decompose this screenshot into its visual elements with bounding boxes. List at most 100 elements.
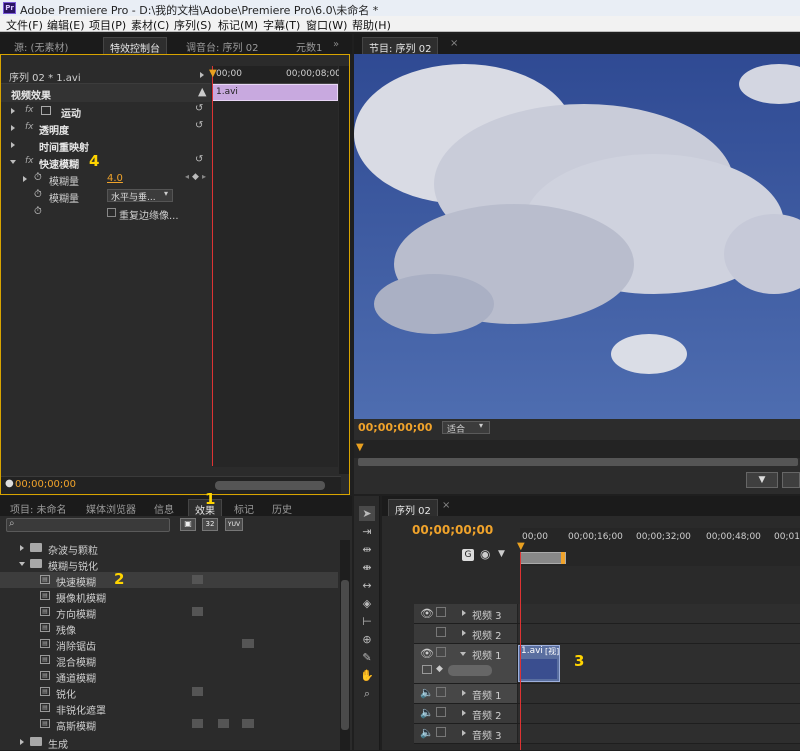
playhead-marker-icon[interactable]: ▼ [209, 68, 217, 79]
stopwatch-icon[interactable]: ⏱ [34, 172, 42, 183]
video-clip[interactable]: 1.avi [视] [518, 645, 560, 682]
marker-icon[interactable]: ◉ [480, 547, 490, 561]
fx-badge-icon[interactable]: fx [25, 105, 34, 115]
keyframe-add-icon[interactable]: ◆ [192, 172, 199, 182]
keyframe-icon[interactable]: ◆ [436, 664, 443, 674]
rate-stretch-tool-icon[interactable]: ↔ [359, 578, 375, 593]
lock-toggle[interactable] [436, 727, 446, 737]
track-video-3[interactable]: 👁 视频 3 [414, 604, 800, 624]
effect-item-unsharp-mask[interactable]: ▤ 非锐化遮罩 [0, 700, 200, 717]
tab-markers[interactable]: 标记 [228, 499, 260, 516]
track-select-tool-icon[interactable]: ⇥ [359, 524, 375, 539]
motion-transform-icon[interactable] [41, 106, 51, 115]
tab-source[interactable]: 源: (无素材) [8, 37, 74, 54]
effect-row-opacity[interactable]: fx 透明度 ↺ [1, 120, 203, 137]
menu-title[interactable]: 字幕(T) [263, 17, 300, 33]
effects-search-input[interactable]: ⌕ [6, 518, 170, 532]
tab-history[interactable]: 历史 [266, 499, 298, 516]
menu-file[interactable]: 文件(F) [6, 17, 43, 33]
track-video-1[interactable]: 👁 视频 1 ◆ 1.avi [视] 3 [414, 644, 800, 684]
stopwatch-icon[interactable]: ⏱ [34, 189, 42, 200]
expand-icon[interactable] [20, 739, 24, 745]
slide-tool-icon[interactable]: ⊕ [359, 632, 375, 647]
speaker-icon[interactable]: 🔈 [420, 686, 434, 699]
expand-icon[interactable] [462, 730, 466, 736]
effect-mini-ruler[interactable]: 00;00 00;00;08;00 [212, 66, 341, 84]
effect-item-directional-blur[interactable]: ▤ 方向模糊 [0, 604, 203, 621]
effect-item-fast-blur[interactable]: ▤ 快速模糊 2 [0, 570, 338, 589]
tab-overflow-icon[interactable]: » [333, 39, 339, 50]
collapse-icon[interactable] [460, 652, 466, 656]
speaker-icon[interactable]: 🔈 [420, 706, 434, 719]
accelerated-effects-32-button[interactable]: 32 [202, 518, 218, 531]
lock-toggle[interactable] [436, 687, 446, 697]
tab-metadata[interactable]: 元数1 [290, 37, 328, 54]
ripple-edit-tool-icon[interactable]: ⇹ [359, 542, 375, 557]
program-zoom-bar[interactable] [358, 458, 798, 466]
param-row-repeat-edge[interactable]: ⏱ 重复边缘像... [1, 205, 201, 222]
fx-badge-icon[interactable]: fx [25, 122, 34, 132]
expand-icon[interactable] [462, 690, 466, 696]
program-timecode[interactable]: 00;00;00;00 [358, 421, 432, 434]
keyframe-nav[interactable] [448, 665, 492, 676]
blurriness-value[interactable]: 4.0 [107, 173, 123, 184]
tab-program[interactable]: 节目: 序列 02 [362, 37, 439, 55]
hand-tool-icon[interactable]: ✋ [359, 668, 375, 683]
expand-icon[interactable] [11, 125, 15, 131]
timeline-timecode[interactable]: 00;00;00;00 [412, 523, 493, 537]
tab-info[interactable]: 信息 [148, 499, 180, 516]
reset-icon[interactable]: ↺ [195, 103, 203, 114]
scrollbar-thumb[interactable] [341, 580, 349, 730]
bin-noise-grain[interactable]: 杂波与颗粒 [0, 540, 200, 557]
effect-row-fast-blur[interactable]: fx 快速模糊 4 ↺ [1, 152, 203, 171]
timeline-playhead[interactable] [520, 552, 521, 750]
param-row-dimensions[interactable]: ⏱ 模糊量 水平与垂... ▾ [1, 188, 201, 205]
eye-icon[interactable]: 👁 [420, 647, 434, 660]
yuv-effects-button[interactable]: YUV [225, 518, 243, 531]
snap-icon[interactable]: G [462, 549, 474, 561]
lock-toggle[interactable] [436, 647, 446, 657]
slip-tool-icon[interactable]: ⊢ [359, 614, 375, 629]
keyframe-area[interactable] [212, 101, 338, 467]
menu-marker[interactable]: 标记(M) [218, 17, 258, 33]
bin-blur-sharpen[interactable]: 模糊与锐化 [0, 556, 200, 573]
add-marker-icon[interactable]: ▼ [498, 549, 505, 559]
fx-badge-icon[interactable]: fx [25, 156, 34, 166]
display-style-icon[interactable] [422, 665, 432, 674]
work-area-bar[interactable] [520, 552, 566, 564]
param-row-blurriness[interactable]: ⏱ 模糊量 4.0 ◂ ◆ ▸ [1, 171, 206, 188]
expand-icon[interactable] [11, 142, 15, 148]
step-back-button[interactable] [782, 472, 800, 488]
effect-controls-timecode[interactable]: 00;00;00;00 [15, 479, 76, 490]
eye-icon[interactable]: 👁 [420, 607, 434, 620]
tab-close-icon[interactable]: × [450, 38, 458, 49]
program-time-ruler[interactable]: ▼ [354, 440, 800, 458]
chevron-down-icon[interactable]: ▾ [479, 421, 483, 430]
chevron-down-icon[interactable]: ▾ [164, 189, 168, 198]
effect-clip-bar[interactable]: 1.avi [212, 84, 338, 101]
menu-edit[interactable]: 编辑(E) [47, 17, 85, 33]
scroll-up-icon[interactable]: ▲ [198, 85, 206, 98]
track-audio-3[interactable]: 🔈 音频 3 [414, 724, 800, 744]
effect-item-compound-blur[interactable]: ▤ 混合模糊 [0, 652, 200, 669]
keyframe-prev-icon[interactable]: ◂ [185, 172, 189, 181]
lock-toggle[interactable] [436, 607, 446, 617]
rolling-edit-tool-icon[interactable]: ⇼ [359, 560, 375, 575]
expand-icon[interactable] [462, 610, 466, 616]
reset-icon[interactable]: ↺ [195, 120, 203, 131]
effects-scrollbar[interactable] [340, 540, 350, 750]
effect-item-camera-blur[interactable]: ▤ 摄像机模糊 [0, 588, 200, 605]
zoom-dropdown[interactable]: 适合 ▾ [442, 421, 490, 435]
work-area-end[interactable] [561, 552, 565, 564]
menu-help[interactable]: 帮助(H) [352, 17, 391, 33]
menu-clip[interactable]: 素材(C) [131, 17, 169, 33]
lock-toggle[interactable] [436, 707, 446, 717]
tab-effect-controls[interactable]: 特效控制台 [103, 37, 167, 55]
effect-item-sharpen[interactable]: ▤ 锐化 [0, 684, 203, 701]
new-bin-button[interactable]: ▣ [180, 518, 196, 531]
effect-row-time-remap[interactable]: 时间重映射 [1, 137, 201, 154]
vertical-scrollbar[interactable] [339, 66, 349, 474]
add-marker-button[interactable]: ▼ [746, 472, 778, 488]
expand-icon[interactable] [23, 176, 27, 182]
repeat-edge-checkbox[interactable] [107, 208, 116, 217]
